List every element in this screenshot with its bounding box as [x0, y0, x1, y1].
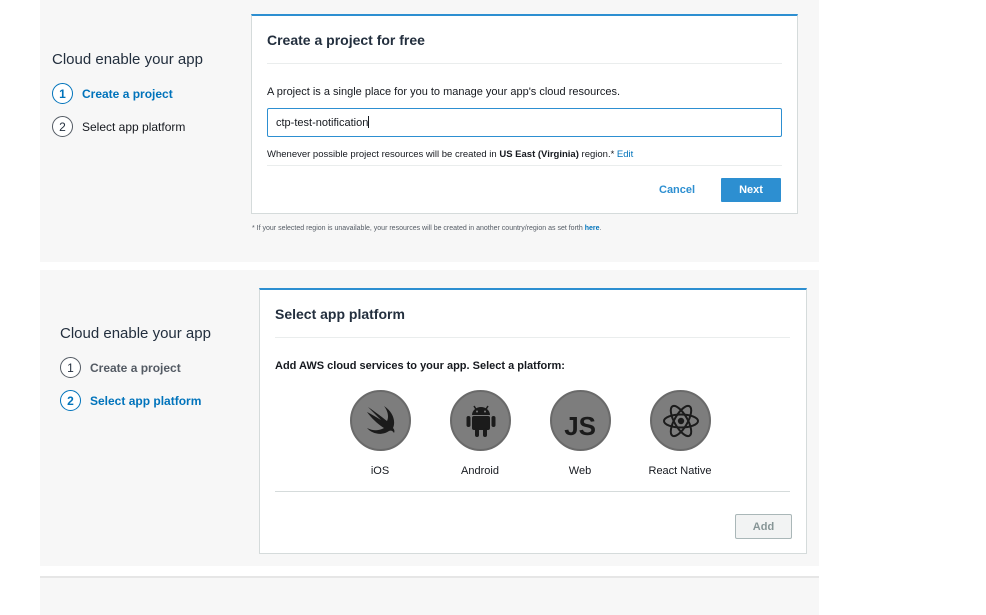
divider: [267, 63, 782, 64]
divider: [267, 165, 782, 166]
create-project-card: Create a project for free A project is a…: [251, 14, 798, 214]
section-divider: [40, 262, 819, 270]
section-next: [40, 576, 819, 615]
android-icon: [466, 405, 495, 437]
next-button[interactable]: Next: [721, 178, 781, 202]
wizard-title: Cloud enable your app: [52, 51, 203, 68]
step-number: 1: [52, 83, 73, 104]
platform-react-native[interactable]: [650, 390, 711, 451]
step-number: 2: [52, 116, 73, 137]
step-label: Create a project: [82, 86, 173, 101]
platform-label-ios: iOS: [370, 465, 390, 477]
javascript-icon: JS: [564, 411, 596, 441]
project-name-input[interactable]: ctp-test-notification: [267, 108, 782, 137]
wizard-title: Cloud enable your app: [60, 325, 211, 342]
wizard-step-select-platform[interactable]: 2 Select app platform: [52, 116, 185, 137]
swift-icon: [366, 405, 394, 434]
footnote-here-link[interactable]: here: [585, 225, 600, 232]
platform-label-android: Android: [461, 465, 499, 477]
step-number: 1: [60, 357, 81, 378]
step-label: Select app platform: [90, 393, 202, 408]
step-label: Select app platform: [82, 119, 186, 134]
platform-ios[interactable]: [350, 390, 411, 451]
platform-web[interactable]: JS: [550, 390, 611, 451]
add-button[interactable]: Add: [735, 514, 792, 539]
wizard-step-create-project[interactable]: 1 Create a project: [52, 83, 173, 104]
card-title: Select app platform: [275, 306, 405, 322]
wizard-step-select-platform[interactable]: 2 Select app platform: [60, 390, 201, 411]
step-number: 2: [60, 390, 81, 411]
platform-android[interactable]: [450, 390, 511, 451]
platform-label-react-native: React Native: [648, 465, 712, 477]
input-value: ctp-test-notification: [276, 117, 369, 129]
select-platform-card: Select app platform Add AWS cloud servic…: [259, 288, 807, 554]
platform-label-web: Web: [568, 465, 592, 477]
wizard-step-create-project[interactable]: 1 Create a project: [60, 357, 181, 378]
region-notice: Whenever possible project resources will…: [267, 149, 634, 160]
region-footnote: * If your selected region is unavailable…: [252, 225, 602, 232]
react-icon: [662, 404, 699, 437]
region-name: US East (Virginia): [499, 149, 579, 160]
step-label: Create a project: [90, 360, 181, 375]
cancel-button[interactable]: Cancel: [659, 184, 695, 196]
divider: [275, 491, 790, 492]
card-description: Add AWS cloud services to your app. Sele…: [275, 360, 565, 372]
divider: [275, 337, 790, 338]
card-description: A project is a single place for you to m…: [267, 86, 621, 98]
card-title: Create a project for free: [267, 32, 425, 48]
edit-region-link[interactable]: Edit: [617, 149, 633, 160]
